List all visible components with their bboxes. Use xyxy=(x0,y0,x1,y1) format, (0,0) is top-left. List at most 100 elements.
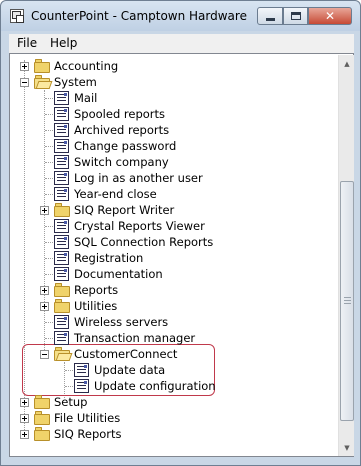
tree-item-siq-report-writer[interactable]: SIQ Report Writer xyxy=(10,202,336,218)
document-icon xyxy=(54,315,69,329)
tree-item-label: Wireless servers xyxy=(74,315,169,329)
tree-item-setup[interactable]: Setup xyxy=(10,394,336,410)
folder-icon xyxy=(54,203,70,217)
title-bar[interactable]: CounterPoint - Camptown Hardware ✕ xyxy=(1,1,360,31)
document-icon xyxy=(54,91,69,105)
tree-item-log-in-as-another-user[interactable]: Log in as another user xyxy=(10,170,336,186)
tree-item-file-utilities[interactable]: File Utilities xyxy=(10,410,336,426)
tree-item-label: Accounting xyxy=(54,59,119,73)
tree-connector xyxy=(45,322,53,323)
window-title: CounterPoint - Camptown Hardware xyxy=(31,9,247,23)
tree-item-registration[interactable]: Registration xyxy=(10,250,336,266)
tree-item-label: Crystal Reports Viewer xyxy=(74,219,205,233)
tree-item-label: Switch company xyxy=(74,155,169,169)
tree-item-label: SIQ Report Writer xyxy=(74,203,175,217)
expand-icon[interactable] xyxy=(20,414,29,423)
tree-connector xyxy=(45,338,53,339)
tree-item-label: Reports xyxy=(74,283,119,297)
collapse-icon[interactable] xyxy=(40,350,49,359)
folder-icon xyxy=(54,299,70,313)
tree-connector xyxy=(45,242,53,243)
document-icon xyxy=(54,219,69,233)
tree-item-label: Update configuration xyxy=(94,379,216,393)
tree-item-label: Log in as another user xyxy=(74,171,203,185)
folder-icon xyxy=(34,59,50,73)
tree-item-year-end-close[interactable]: Year-end close xyxy=(10,186,336,202)
tree-connector xyxy=(45,162,53,163)
expand-icon[interactable] xyxy=(20,430,29,439)
tree-item-label: Year-end close xyxy=(74,187,157,201)
tree-item-spooled-reports[interactable]: Spooled reports xyxy=(10,106,336,122)
app-window-icon[interactable] xyxy=(10,9,24,23)
tree-item-siq-reports[interactable]: SIQ Reports xyxy=(10,426,336,442)
tree-connector xyxy=(45,226,53,227)
vertical-scrollbar[interactable]: ▲ ▼ xyxy=(338,55,354,456)
close-button[interactable]: ✕ xyxy=(308,7,352,25)
minimize-button[interactable] xyxy=(257,7,283,25)
tree-item-accounting[interactable]: Accounting xyxy=(10,58,336,74)
tree-connector xyxy=(45,258,53,259)
menu-tree: ▲ ▼ Accounting System Mail Spooled reports A… xyxy=(9,53,354,457)
expand-icon[interactable] xyxy=(40,302,49,311)
expand-icon[interactable] xyxy=(40,286,49,295)
scroll-grip xyxy=(344,303,351,304)
tree-connector xyxy=(65,370,73,371)
tree-item-label: Utilities xyxy=(74,299,118,313)
tree-item-transaction-manager[interactable]: Transaction manager xyxy=(10,330,336,346)
expand-icon[interactable] xyxy=(20,62,29,71)
tree-item-crystal-reports-viewer[interactable]: Crystal Reports Viewer xyxy=(10,218,336,234)
tree-item-update-data[interactable]: Update data xyxy=(10,362,336,378)
collapse-icon[interactable] xyxy=(20,78,29,87)
expand-icon[interactable] xyxy=(40,206,49,215)
menu-help[interactable]: Help xyxy=(50,36,77,50)
tree-item-label: Spooled reports xyxy=(74,107,166,121)
tree-connector xyxy=(45,274,53,275)
tree-connector xyxy=(45,194,53,195)
tree-connector xyxy=(45,130,53,131)
tree-item-reports[interactable]: Reports xyxy=(10,282,336,298)
document-icon xyxy=(54,107,69,121)
tree-item-switch-company[interactable]: Switch company xyxy=(10,154,336,170)
menu-file[interactable]: File xyxy=(17,36,37,50)
expand-icon[interactable] xyxy=(20,398,29,407)
tree-item-update-configuration[interactable]: Update configuration xyxy=(10,378,336,394)
tree-item-mail[interactable]: Mail xyxy=(10,90,336,106)
tree-item-wireless-servers[interactable]: Wireless servers xyxy=(10,314,336,330)
tree-item-change-password[interactable]: Change password xyxy=(10,138,336,154)
tree-item-sql-connection-reports[interactable]: SQL Connection Reports xyxy=(10,234,336,250)
folder-open-icon xyxy=(54,347,73,361)
tree-connector xyxy=(45,98,53,99)
document-icon xyxy=(54,235,69,249)
maximize-button[interactable] xyxy=(283,7,308,25)
tree-item-label: SQL Connection Reports xyxy=(74,235,214,249)
tree-item-label: System xyxy=(54,75,97,89)
scroll-grip xyxy=(344,300,351,301)
folder-icon xyxy=(34,427,50,441)
tree-item-label: Archived reports xyxy=(74,123,170,137)
tree-item-label: Registration xyxy=(74,251,144,265)
close-icon: ✕ xyxy=(324,9,336,23)
folder-icon xyxy=(54,283,70,297)
tree-item-system[interactable]: System xyxy=(10,74,336,90)
tree-item-label: Transaction manager xyxy=(74,331,196,345)
scroll-up-icon[interactable]: ▲ xyxy=(339,55,355,72)
folder-icon xyxy=(34,395,50,409)
scroll-down-icon[interactable]: ▼ xyxy=(339,439,355,456)
tree-connector xyxy=(45,146,53,147)
tree-item-label: Documentation xyxy=(74,267,163,281)
document-icon xyxy=(54,331,69,345)
tree-item-customerconnect[interactable]: CustomerConnect xyxy=(10,346,336,362)
document-icon xyxy=(74,379,89,393)
tree-item-utilities[interactable]: Utilities xyxy=(10,298,336,314)
app-window: CounterPoint - Camptown Hardware ✕ File … xyxy=(0,0,361,466)
tree-item-archived-reports[interactable]: Archived reports xyxy=(10,122,336,138)
tree-item-label: CustomerConnect xyxy=(74,347,178,361)
document-icon xyxy=(54,139,69,153)
document-icon xyxy=(54,155,69,169)
tree-item-documentation[interactable]: Documentation xyxy=(10,266,336,282)
document-icon xyxy=(54,171,69,185)
tree-item-label: Change password xyxy=(74,139,177,153)
scroll-thumb[interactable] xyxy=(340,181,354,421)
menu-bar: File Help xyxy=(9,34,354,53)
document-icon xyxy=(54,187,69,201)
